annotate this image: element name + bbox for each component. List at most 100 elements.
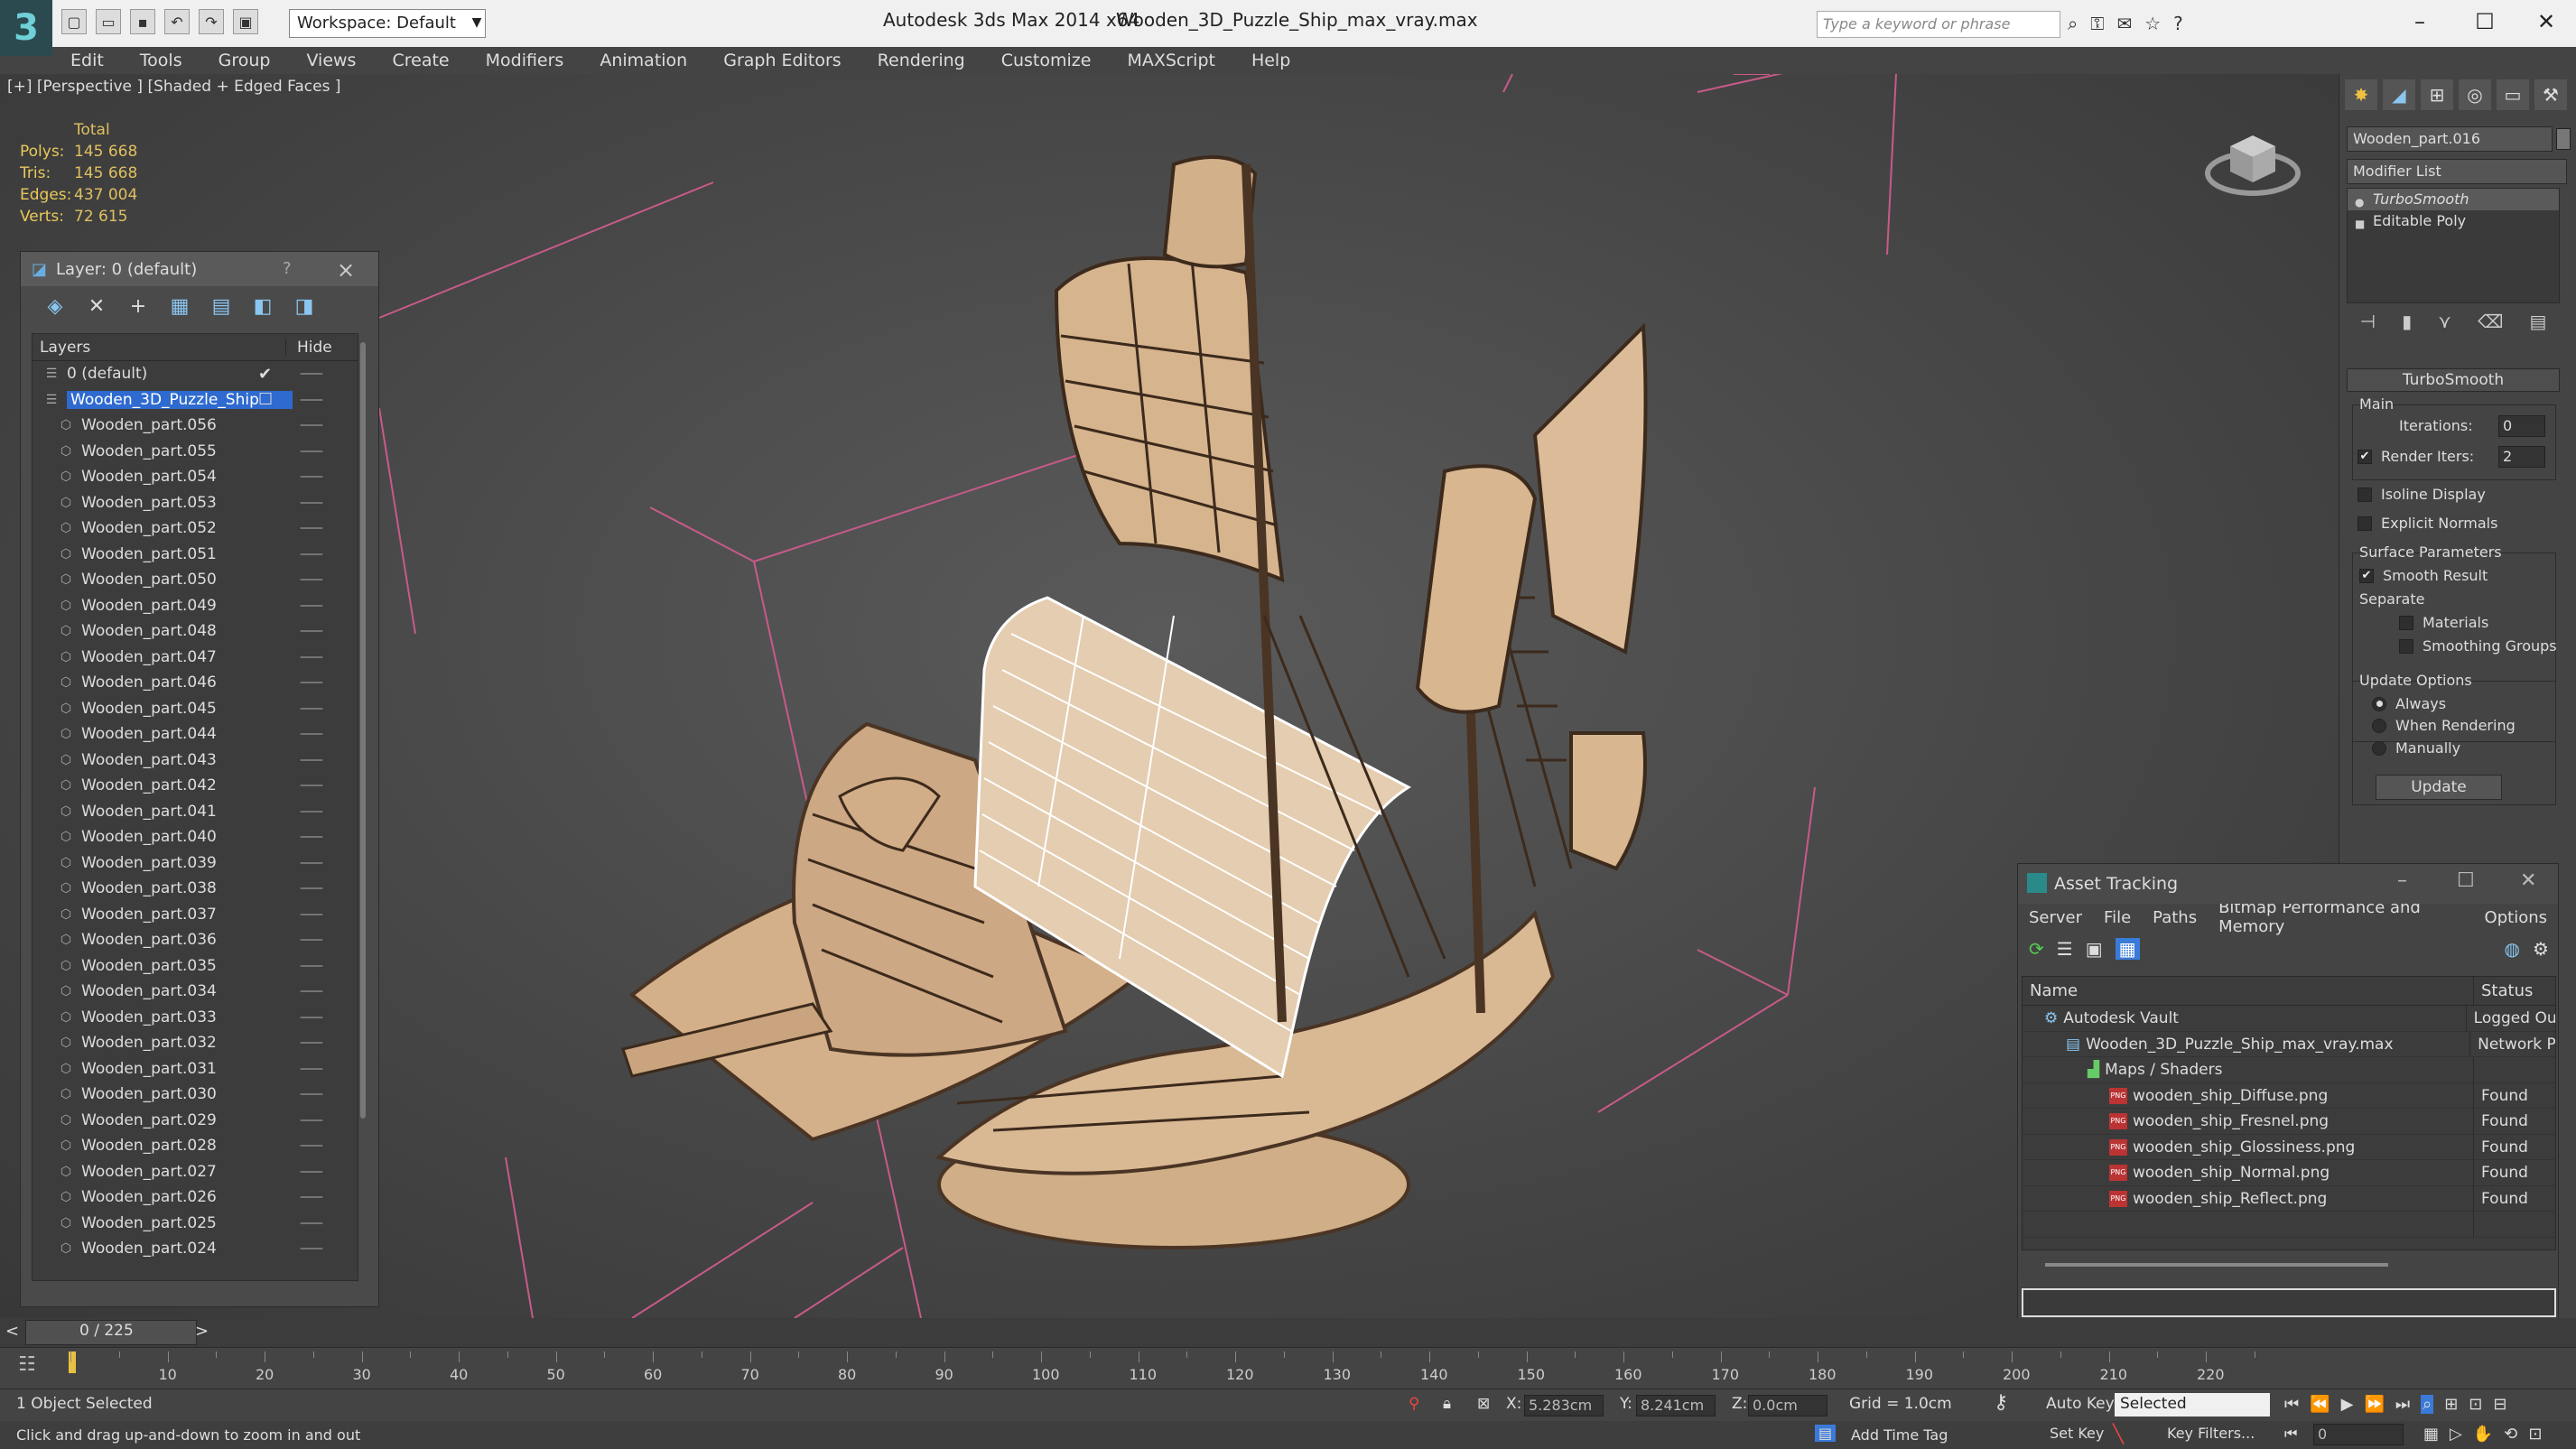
render-iters-spinner[interactable]: 2	[2498, 446, 2545, 468]
key-mode-icon[interactable]: ⏮	[2284, 1425, 2297, 1443]
layer-row[interactable]: ⬡ Wooden_part.033 ——	[33, 1005, 358, 1031]
asset-row[interactable]: PNG wooden_ship_Fresnel.png Found	[2023, 1109, 2555, 1135]
menu-animation[interactable]: Animation	[581, 51, 705, 70]
binoculars-icon[interactable]: ⌕	[2068, 13, 2078, 34]
hide-toggle-icon[interactable]: ——	[300, 881, 323, 896]
help-icon[interactable]: ?	[283, 259, 292, 278]
create-layer-icon[interactable]: ◈	[42, 293, 68, 319]
pan-icon[interactable]: ✋	[2473, 1425, 2493, 1444]
hide-toggle-icon[interactable]: ——	[300, 521, 323, 535]
layer-row[interactable]: ⬡ Wooden_part.024 ——	[33, 1236, 358, 1262]
next-key-icon[interactable]: ⏩	[2364, 1395, 2384, 1414]
menu-graph-editors[interactable]: Graph Editors	[705, 51, 859, 70]
object-color-swatch[interactable]	[2556, 128, 2571, 150]
help-icon[interactable]: ?	[2173, 13, 2183, 34]
save-icon[interactable]: ▪	[130, 9, 155, 34]
layer-row[interactable]: ⬡ Wooden_part.026 ——	[33, 1184, 358, 1211]
add-to-layer-icon[interactable]: +	[126, 293, 151, 319]
menu-maxscript[interactable]: MAXScript	[1109, 51, 1233, 70]
layer-row[interactable]: ⬡ Wooden_part.036 ——	[33, 927, 358, 953]
absolute-mode-icon[interactable]: ⊠	[1477, 1395, 1490, 1413]
layer-list[interactable]: Layers Hide ☰ 0 (default) ✔ —— ☰ Wooden_3D_Pu…	[32, 333, 358, 1281]
add-time-tag-button[interactable]: Add Time Tag	[1851, 1426, 1948, 1444]
layer-row[interactable]: ⬡ Wooden_part.037 ——	[33, 902, 358, 928]
manually-radio[interactable]: Manually	[2372, 739, 2460, 757]
explicit-normals-checkbox[interactable]: Explicit Normals	[2357, 515, 2497, 532]
minimize-button[interactable]: –	[2384, 4, 2456, 40]
layer-row[interactable]: ⬡ Wooden_part.047 ——	[33, 645, 358, 671]
isolate-icon[interactable]: ⚲	[1409, 1395, 1419, 1413]
current-frame-field[interactable]: 0	[2313, 1424, 2404, 1445]
zoom-icon[interactable]: ⌕	[2421, 1395, 2434, 1414]
utilities-tab-icon[interactable]: ⚒	[2534, 79, 2567, 110]
hide-toggle-icon[interactable]: ——	[300, 753, 323, 767]
redo-icon[interactable]: ↷	[199, 9, 224, 34]
layer-row[interactable]: ⬡ Wooden_part.025 ——	[33, 1211, 358, 1237]
isoline-display-checkbox[interactable]: Isoline Display	[2357, 486, 2486, 503]
layer-row[interactable]: ⬡ Wooden_part.044 ——	[33, 721, 358, 748]
curve-editor-icon[interactable]: ☷	[18, 1353, 43, 1379]
layer-row[interactable]: ⬡ Wooden_part.027 ——	[33, 1159, 358, 1185]
remove-modifier-icon[interactable]: ⌫	[2478, 311, 2503, 332]
prev-key-icon[interactable]: ⏪	[2310, 1395, 2330, 1414]
layer-row[interactable]: ⬡ Wooden_part.049 ——	[33, 593, 358, 619]
viewcube-icon[interactable]	[2203, 110, 2302, 209]
key-icon[interactable]: ⚷	[1994, 1391, 2008, 1414]
hide-toggle-icon[interactable]: ——	[300, 727, 323, 741]
layer-row[interactable]: ⬡ Wooden_part.054 ——	[33, 464, 358, 490]
key-set-dropdown[interactable]: Selected	[2115, 1393, 2270, 1416]
always-radio[interactable]: Always	[2372, 695, 2446, 712]
hide-toggle-icon[interactable]: ——	[300, 1113, 323, 1128]
set-active-box-icon[interactable]: ☐	[258, 390, 273, 409]
set-key-icon[interactable]: ╲	[2113, 1423, 2124, 1444]
motion-tab-icon[interactable]: ◎	[2459, 79, 2491, 110]
hide-toggle-icon[interactable]: ——	[300, 907, 323, 922]
menu-views[interactable]: Views	[288, 51, 374, 70]
hide-toggle-icon[interactable]: ——	[300, 1216, 323, 1231]
object-name-field[interactable]: Wooden_part.016	[2347, 126, 2553, 152]
maximize-icon[interactable]: ☐	[2457, 869, 2475, 892]
smoothing-groups-checkbox[interactable]: Smoothing Groups	[2399, 637, 2557, 655]
menu-help[interactable]: Help	[1233, 51, 1308, 70]
menu-create[interactable]: Create	[374, 51, 467, 70]
fov-icon[interactable]: ▷	[2450, 1425, 2462, 1444]
stack-item-editable-poly[interactable]: ■ Editable Poly	[2348, 210, 2559, 232]
z-coord-field[interactable]: 0.0cm	[1748, 1395, 1827, 1416]
make-unique-icon[interactable]: ⋎	[2438, 311, 2451, 332]
thumbnail-view-icon[interactable]: ▣	[2086, 938, 2103, 960]
time-tag-icon[interactable]: ▤	[1815, 1425, 1837, 1442]
layer-row[interactable]: ⬡ Wooden_part.031 ——	[33, 1056, 358, 1082]
prev-frame-icon[interactable]: <	[5, 1322, 19, 1341]
zoom-extents-all-icon[interactable]: ⊟	[2493, 1395, 2506, 1414]
hide-toggle-icon[interactable]: ——	[300, 830, 323, 844]
menu-customize[interactable]: Customize	[983, 51, 1110, 70]
layer-row[interactable]: ⬡ Wooden_part.030 ——	[33, 1082, 358, 1108]
minimize-icon[interactable]: –	[2397, 869, 2407, 892]
app-logo-icon[interactable]: 3	[0, 0, 52, 56]
track-bar[interactable]: ☷ 10 20 30 40 50 60 70 80 90 100 110 120 130 140 150 16…	[0, 1347, 2576, 1389]
close-icon[interactable]: ×	[337, 257, 355, 283]
subscription-icon[interactable]: ⚿	[2090, 13, 2104, 34]
layer-row[interactable]: ⬡ Wooden_part.034 ——	[33, 979, 358, 1005]
layer-row[interactable]: ☰ 0 (default) ✔ ——	[33, 361, 358, 387]
asset-row[interactable]: ⚙ Autodesk Vault Logged Ou	[2023, 1006, 2555, 1032]
go-to-start-icon[interactable]: ⏮	[2284, 1395, 2299, 1414]
layer-row[interactable]: ⬡ Wooden_part.051 ——	[33, 542, 358, 568]
asset-row[interactable]: ▤ Wooden_3D_Puzzle_Ship_max_vray.max Netwo…	[2023, 1031, 2555, 1057]
materials-checkbox[interactable]: Materials	[2399, 614, 2488, 631]
hide-toggle-icon[interactable]: ——	[300, 418, 323, 432]
configure-sets-icon[interactable]: ▤	[2530, 311, 2547, 332]
display-tab-icon[interactable]: ▭	[2497, 79, 2529, 110]
asset-row[interactable]: ▟ Maps / Shaders	[2023, 1057, 2555, 1083]
project-folder-icon[interactable]: ▣	[233, 9, 258, 34]
asset-table[interactable]: Name Status ⚙ Autodesk Vault Logged Ou ▤ Woo…	[2022, 976, 2556, 1250]
layer-row[interactable]: ⬡ Wooden_part.038 ——	[33, 876, 358, 902]
asset-menu-paths[interactable]: Paths	[2142, 908, 2208, 927]
layer-row[interactable]: ⬡ Wooden_part.032 ——	[33, 1030, 358, 1056]
active-layer-check-icon[interactable]: ✔	[258, 365, 272, 384]
layer-row[interactable]: ⬡ Wooden_part.046 ——	[33, 670, 358, 696]
hide-toggle-icon[interactable]: ——	[300, 778, 323, 793]
layer-row[interactable]: ⬡ Wooden_part.045 ——	[33, 696, 358, 722]
layer-row[interactable]: ☰ Wooden_3D_Puzzle_Ship ☐ ——	[33, 387, 358, 413]
menu-rendering[interactable]: Rendering	[860, 51, 983, 70]
